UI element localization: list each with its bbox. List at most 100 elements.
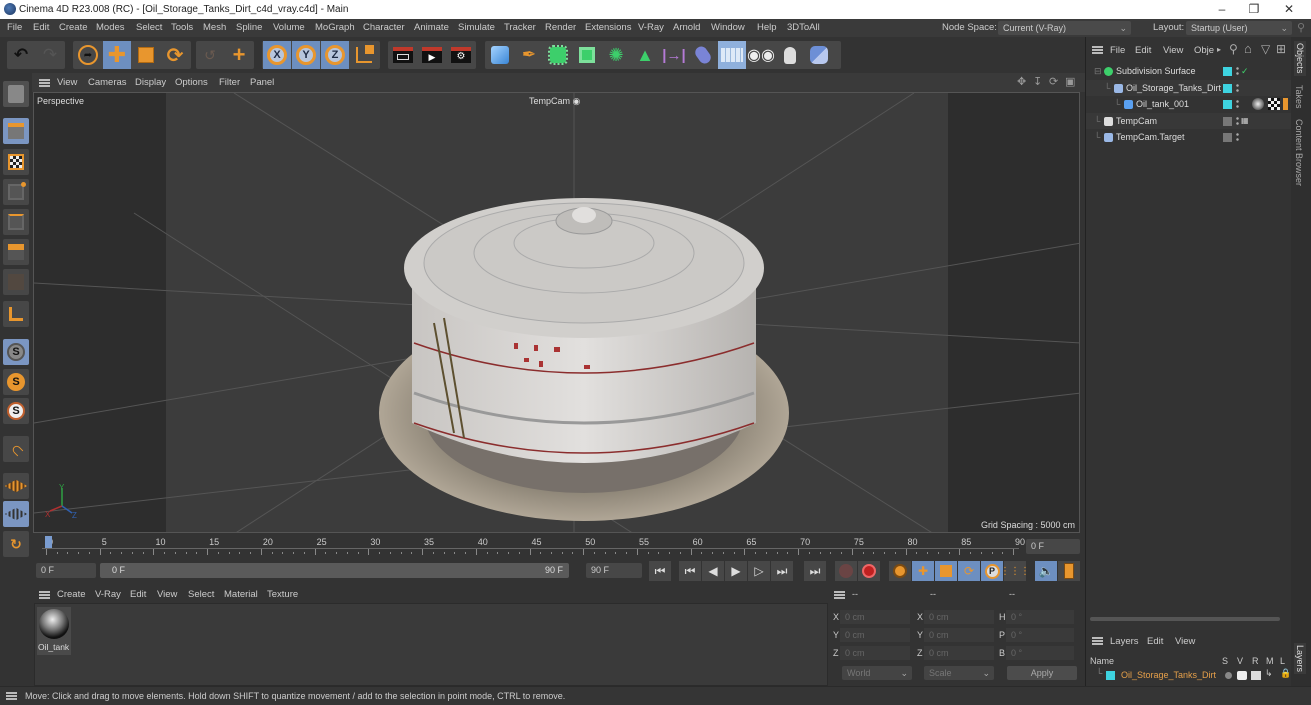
layer-none-icon[interactable] (1223, 133, 1232, 142)
frame-range-slider[interactable]: 0 F 90 F (100, 563, 569, 578)
tab-objects[interactable]: Objects (1294, 41, 1306, 76)
viewport-menu-view[interactable]: View (57, 77, 77, 88)
layers-menu-edit[interactable]: Edit (1147, 636, 1163, 647)
camera-tag-icon[interactable]: ▦ (1241, 113, 1249, 129)
layout-dropdown[interactable]: Startup (User) ⌄ (1186, 21, 1292, 35)
menu-render[interactable]: Render (545, 22, 576, 33)
point-level-anim-button[interactable]: ⋮⋮⋮ (1000, 561, 1030, 581)
texture-tag-icon[interactable] (1268, 98, 1280, 110)
solo-off-button[interactable]: S (3, 339, 29, 365)
workplane-button[interactable] (3, 473, 29, 499)
menu-simulate[interactable]: Simulate (458, 22, 495, 33)
objects-hamburger-icon[interactable] (1092, 46, 1103, 54)
menu-volume[interactable]: Volume (273, 22, 305, 33)
objects-menu-view[interactable]: View (1163, 45, 1183, 56)
layer-solo-icon[interactable] (1225, 672, 1232, 679)
floor-button[interactable] (718, 41, 746, 69)
vray-tag-icon[interactable] (1283, 98, 1288, 110)
recent-tool-button[interactable]: ↺ (196, 41, 224, 69)
render-picture-viewer-button[interactable]: ▶ (418, 41, 446, 69)
apply-button[interactable]: Apply (1007, 666, 1077, 680)
menu-help[interactable]: Help (757, 22, 777, 33)
lock-y-button[interactable]: Y (292, 41, 320, 69)
node-space-dropdown[interactable]: Current (V-Ray) ⌄ (998, 21, 1131, 35)
render-settings-button[interactable]: ⚙ (447, 41, 475, 69)
timeline-window-button[interactable] (1058, 561, 1080, 581)
filter-icon[interactable]: ▽ (1261, 42, 1270, 56)
redo-button[interactable]: ↷ (36, 41, 64, 69)
close-button[interactable]: ✕ (1271, 0, 1307, 19)
coordinates-hamburger-icon[interactable] (834, 591, 845, 599)
array-button[interactable]: ▲ (631, 41, 659, 69)
zoom-view-icon[interactable]: ↧ (1033, 75, 1042, 88)
menu-overflow-arrow-icon[interactable]: ▸ (1217, 45, 1221, 54)
lock-x-button[interactable]: X (263, 41, 291, 69)
layer-none-icon[interactable] (1223, 116, 1232, 126)
go-to-start-button[interactable]: ⏮ (649, 561, 671, 581)
cube-button[interactable] (486, 41, 514, 69)
new-window-icon[interactable]: ⊞ (1276, 42, 1286, 56)
visibility-dots-icon[interactable] (1236, 82, 1239, 93)
menu-modes[interactable]: Modes (96, 22, 125, 33)
menu-create[interactable]: Create (59, 22, 88, 33)
minimize-button[interactable]: – (1204, 0, 1240, 19)
material-menu-texture[interactable]: Texture (267, 589, 298, 600)
status-hamburger-icon[interactable] (6, 692, 17, 700)
object-row[interactable]: ⊟ Subdivision Surface ✓ (1086, 63, 1292, 79)
uv-mode-button[interactable] (3, 269, 29, 295)
deformer-button[interactable]: |→| (660, 41, 688, 69)
play-button[interactable]: ▶ (725, 561, 747, 581)
start-frame-field[interactable]: 0 F (36, 563, 96, 578)
object-row[interactable]: └ Oil_Storage_Tanks_Dirt (1086, 79, 1292, 96)
autokey-button[interactable] (835, 561, 857, 581)
python-button[interactable] (805, 41, 833, 69)
light-button[interactable] (776, 41, 804, 69)
viewport-menu-panel[interactable]: Panel (250, 77, 274, 88)
material-menu-select[interactable]: Select (188, 589, 214, 600)
tab-layers[interactable]: Layers (1294, 643, 1306, 675)
timeline-playhead[interactable] (45, 536, 52, 548)
home-icon[interactable]: ⌂ (1244, 41, 1252, 56)
object-row[interactable]: └ TempCam.Target (1086, 129, 1292, 145)
menu-window[interactable]: Window (711, 22, 745, 33)
position-key-button[interactable]: ✚ (912, 561, 934, 581)
tab-content-browser[interactable]: Content Browser (1294, 119, 1304, 186)
scale-key-button[interactable] (935, 561, 957, 581)
menu-3dtoall[interactable]: 3DToAll (787, 22, 820, 33)
axis-mode-button[interactable] (3, 301, 29, 327)
subdivision-surface-button[interactable] (544, 41, 572, 69)
pan-view-icon[interactable]: ✥ (1017, 75, 1026, 88)
live-selection-button[interactable]: ➦ (74, 41, 102, 69)
next-key-button[interactable]: ⏭ (771, 561, 793, 581)
prev-key-button[interactable]: ⏮ (679, 561, 701, 581)
objects-menu-file[interactable]: File (1110, 45, 1125, 56)
locked-workplane-button[interactable] (3, 501, 29, 527)
keyframe-selection-button[interactable] (889, 561, 911, 581)
point-mode-button[interactable] (3, 179, 29, 205)
coord-value-field[interactable]: 0 ° (1006, 646, 1074, 660)
menu-select[interactable]: Select (136, 22, 162, 33)
restore-button[interactable]: ❐ (1236, 0, 1272, 19)
viewport-menu-cameras[interactable]: Cameras (88, 77, 127, 88)
menu-file[interactable]: File (7, 22, 22, 33)
polygon-mode-button[interactable] (3, 239, 29, 265)
menu-vray[interactable]: V-Ray (638, 22, 664, 33)
viewport-perspective[interactable]: Perspective TempCam ◉ Grid Spacing : 500… (33, 92, 1080, 533)
texture-mode-button[interactable] (3, 149, 29, 175)
edge-mode-button[interactable] (3, 209, 29, 235)
solo-single-button[interactable]: S (3, 369, 29, 395)
enabled-check-icon[interactable]: ✓ (1241, 63, 1249, 79)
cloner-button[interactable]: ✺ (602, 41, 630, 69)
menu-character[interactable]: Character (363, 22, 405, 33)
object-row[interactable]: └ TempCam ▦ (1086, 112, 1292, 129)
tab-takes[interactable]: Takes (1294, 85, 1304, 109)
material-menu-vray[interactable]: V-Ray (95, 589, 121, 600)
objects-menu-edit[interactable]: Edit (1135, 45, 1151, 56)
make-editable-button[interactable] (3, 81, 29, 107)
coord-value-field[interactable]: 0 cm (924, 610, 994, 624)
end-frame-field[interactable]: 90 F (586, 563, 642, 578)
move-button[interactable]: ✚ (103, 41, 131, 69)
menu-arnold[interactable]: Arnold (673, 22, 700, 33)
visibility-dots-icon[interactable] (1236, 99, 1239, 109)
record-button[interactable] (858, 561, 880, 581)
